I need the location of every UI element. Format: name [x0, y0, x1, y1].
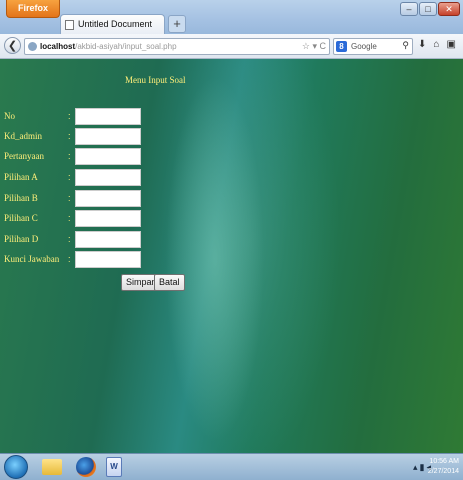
form-row-pertanyaan: Pertanyaan : [0, 148, 200, 165]
field-label: Pilihan B [4, 193, 38, 203]
pilihan-a-input[interactable] [75, 169, 141, 186]
minimize-button[interactable]: – [400, 2, 418, 16]
form-row-pilihan-a: Pilihan A : [0, 169, 200, 186]
field-separator: : [68, 151, 71, 161]
form-row-kunci-jawaban: Kunci Jawaban : [0, 251, 200, 268]
field-separator: : [68, 131, 71, 141]
home-icon[interactable]: ⌂ [433, 39, 439, 50]
field-label: Pilihan C [4, 213, 38, 223]
field-label: Pertanyaan [4, 151, 44, 161]
tab-title: Untitled Document [78, 19, 153, 29]
new-tab-button[interactable]: + [168, 15, 186, 33]
back-arrow-icon: ❮ [7, 40, 18, 52]
field-label: Pilihan A [4, 172, 38, 182]
folder-icon[interactable] [42, 459, 62, 475]
address-bar[interactable]: localhost/akbid-asiyah/input_soal.php ☆ … [24, 38, 330, 55]
form-row-kd-admin: Kd_admin : [0, 128, 200, 145]
pilihan-c-input[interactable] [75, 210, 141, 227]
search-bar[interactable]: 8 Google ⚲ [333, 38, 413, 55]
field-separator: : [68, 254, 71, 264]
form-row-pilihan-d: Pilihan D : [0, 231, 200, 248]
tab-untitled-document[interactable]: Untitled Document [60, 14, 165, 34]
site-identity-icon[interactable] [28, 42, 37, 51]
url-host: localhost [40, 42, 76, 51]
start-button[interactable] [4, 455, 28, 479]
url-text: localhost/akbid-asiyah/input_soal.php [40, 42, 177, 51]
pilihan-b-input[interactable] [75, 190, 141, 207]
field-separator: : [68, 172, 71, 182]
taskbar: W ▴▮◂ 10:56 AM 2/27/2014 [0, 453, 463, 480]
clock-time: 10:56 AM [429, 458, 459, 465]
page-title: Menu Input Soal [125, 75, 186, 85]
reload-icon: C [319, 41, 327, 51]
field-label: Pilihan D [4, 234, 39, 244]
menu-icon[interactable]: ▣ [446, 39, 455, 50]
form-row-pilihan-b: Pilihan B : [0, 190, 200, 207]
close-button[interactable]: ✕ [438, 2, 460, 16]
clock[interactable]: 10:56 AM 2/27/2014 [428, 457, 459, 477]
field-separator: : [68, 213, 71, 223]
word-icon[interactable]: W [106, 457, 122, 477]
no-input[interactable] [75, 108, 141, 125]
url-path: /akbid-asiyah/input_soal.php [75, 42, 177, 51]
field-separator: : [68, 193, 71, 203]
title-bar: Firefox Untitled Document + – □ ✕ [0, 0, 463, 34]
navigation-bar: ❮ localhost/akbid-asiyah/input_soal.php … [0, 34, 463, 59]
pertanyaan-input[interactable] [75, 148, 141, 165]
search-icon[interactable]: ⚲ [402, 40, 409, 51]
dropdown-arrow-icon: ▾ [312, 41, 317, 51]
maximize-button[interactable]: □ [419, 2, 437, 16]
back-button[interactable]: ❮ [4, 37, 21, 54]
bookmark-star-icon: ☆ [301, 41, 310, 51]
field-separator: : [68, 111, 71, 121]
cancel-button[interactable]: Batal [154, 274, 185, 291]
document-icon [65, 20, 74, 30]
firefox-icon[interactable] [76, 457, 96, 477]
form-row-no: No : [0, 108, 200, 125]
field-label: Kd_admin [4, 131, 42, 141]
download-icon[interactable]: ⬇ [418, 39, 426, 50]
search-placeholder: Google [351, 42, 377, 51]
url-controls[interactable]: ☆ ▾ C [302, 41, 326, 52]
clock-date: 2/27/2014 [427, 468, 459, 475]
window-controls: – □ ✕ [400, 2, 460, 18]
field-label: No [4, 111, 15, 121]
kd-admin-input[interactable] [75, 128, 141, 145]
field-label: Kunci Jawaban [4, 254, 60, 264]
field-separator: : [68, 234, 71, 244]
firefox-menu-button[interactable]: Firefox [6, 0, 60, 18]
google-engine-icon[interactable]: 8 [336, 41, 347, 52]
form-row-pilihan-c: Pilihan C : [0, 210, 200, 227]
kunci-jawaban-input[interactable] [75, 251, 141, 268]
page-content: Menu Input Soal No : Kd_admin : Pertanya… [0, 59, 463, 453]
toolbar-icons: ⬇ ⌂ ▣ [418, 39, 456, 50]
pilihan-d-input[interactable] [75, 231, 141, 248]
